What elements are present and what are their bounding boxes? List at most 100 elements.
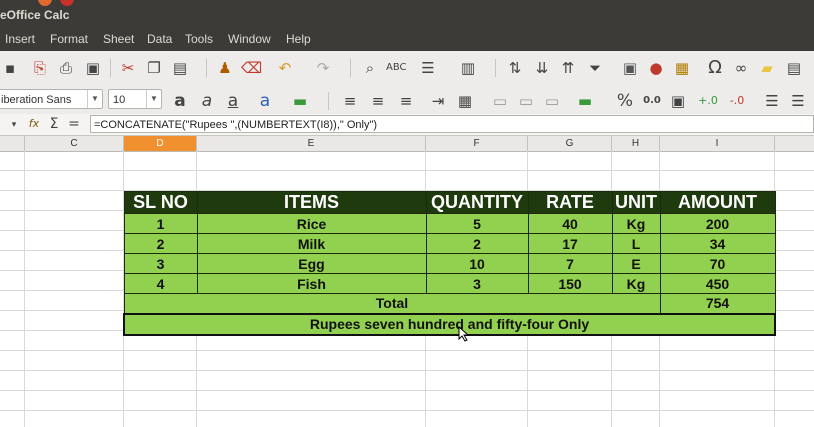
table-cell[interactable]: Fish <box>196 273 427 294</box>
cut-icon[interactable]: ✂ <box>118 58 138 78</box>
date-format-icon[interactable]: ▣ <box>668 91 688 111</box>
table-cell[interactable]: 7 <box>527 253 613 274</box>
row-icon[interactable]: ☰ <box>418 58 438 78</box>
clear-formatting-icon[interactable]: ⌫ <box>241 58 262 78</box>
table-cell[interactable]: 4 <box>123 273 198 294</box>
menu-sheet[interactable]: Sheet <box>103 32 134 46</box>
sort-descending-icon[interactable]: ⇊ <box>532 58 552 78</box>
table-cell[interactable]: L <box>611 233 661 254</box>
align-top-icon[interactable]: ▭ <box>490 91 510 111</box>
align-right-icon[interactable]: ≡ <box>396 91 416 111</box>
special-character-icon[interactable]: Ω <box>705 58 725 78</box>
table-cell[interactable]: 2 <box>123 233 198 254</box>
table-cell[interactable]: 17 <box>527 233 613 254</box>
header-cell[interactable]: SL NO <box>123 191 198 214</box>
sum-icon[interactable]: Σ <box>44 114 64 134</box>
header-cell[interactable]: ITEMS <box>196 191 427 214</box>
table-cell[interactable]: Milk <box>196 233 427 254</box>
menu-window[interactable]: Window <box>228 32 271 46</box>
close-button[interactable] <box>60 0 74 6</box>
number-format-icon[interactable]: 0.0 <box>642 91 662 111</box>
clone-formatting-icon[interactable]: ♟ <box>215 58 235 78</box>
paste-icon[interactable]: ▤ <box>170 58 190 78</box>
comment-icon[interactable]: ▰ <box>757 58 777 78</box>
pivot-table-icon[interactable]: ▦ <box>672 58 692 78</box>
delete-decimal-icon[interactable]: -.0 <box>727 91 747 111</box>
print-icon[interactable]: ⎙ <box>56 58 76 78</box>
table-cell[interactable]: 5 <box>425 213 529 234</box>
function-icon[interactable]: = <box>64 114 84 134</box>
column-header-h[interactable]: H <box>612 136 660 151</box>
formula-input[interactable]: =CONCATENATE("Rupees ",(NUMBERTEXT(I8)),… <box>90 115 814 133</box>
function-wizard-icon[interactable]: fx <box>24 114 44 134</box>
sort-icon[interactable]: ⇅ <box>505 58 525 78</box>
chevron-down-icon[interactable]: ▼ <box>146 90 161 108</box>
font-name-box[interactable]: iberation Sans ▼ <box>0 89 103 109</box>
align-center-icon[interactable]: ≡ <box>368 91 388 111</box>
column-icon[interactable]: ▥ <box>458 58 478 78</box>
menu-insert[interactable]: Insert <box>5 32 35 46</box>
new-icon[interactable]: ▪ <box>0 58 20 78</box>
add-decimal-icon[interactable]: +.0 <box>698 91 718 111</box>
currency-icon[interactable]: ▬ <box>575 91 595 111</box>
chevron-down-icon[interactable]: ▾ <box>4 115 24 135</box>
table-cell[interactable]: 200 <box>659 213 776 234</box>
undo-icon[interactable]: ↶ <box>275 58 295 78</box>
column-header-d[interactable]: D <box>124 136 197 151</box>
column-header-g[interactable]: G <box>528 136 612 151</box>
print-preview-icon[interactable]: ▣ <box>83 58 103 78</box>
table-cell[interactable]: 34 <box>659 233 776 254</box>
header-footer-icon[interactable]: ▤ <box>784 58 804 78</box>
chevron-down-icon[interactable]: ▼ <box>87 90 102 108</box>
wrap-text-icon[interactable]: ⇥ <box>428 91 448 111</box>
column-header-i[interactable]: I <box>660 136 775 151</box>
table-cell[interactable]: E <box>611 253 661 274</box>
chart-icon[interactable]: ● <box>646 58 666 78</box>
total-label-cell[interactable]: Total <box>123 293 661 314</box>
sort-ascending-icon[interactable]: ⇈ <box>558 58 578 78</box>
bold-icon[interactable]: a <box>170 91 190 111</box>
total-value-cell[interactable]: 754 <box>659 293 776 314</box>
amount-in-words-cell[interactable]: Rupees seven hundred and fifty-four Only <box>123 312 776 336</box>
table-cell[interactable]: 10 <box>425 253 529 274</box>
indent-icon[interactable]: ☰ <box>762 91 782 111</box>
hyperlink-icon[interactable]: ∞ <box>731 58 751 78</box>
table-cell[interactable]: 70 <box>659 253 776 274</box>
redo-icon[interactable]: ↷ <box>313 58 333 78</box>
percent-icon[interactable]: % <box>615 91 635 111</box>
table-cell[interactable]: 40 <box>527 213 613 234</box>
font-color-icon[interactable]: a <box>255 91 275 111</box>
menu-help[interactable]: Help <box>286 32 311 46</box>
menu-format[interactable]: Format <box>50 32 88 46</box>
align-bottom-icon[interactable]: ▭ <box>542 91 562 111</box>
column-header-c[interactable]: C <box>25 136 124 151</box>
align-left-icon[interactable]: ≡ <box>340 91 360 111</box>
font-size-box[interactable]: 10 ▼ <box>108 89 162 109</box>
menu-data[interactable]: Data <box>147 32 172 46</box>
merge-cells-icon[interactable]: ▦ <box>455 91 475 111</box>
spelling-icon[interactable]: ABC <box>386 58 407 78</box>
outdent-icon[interactable]: ☰ <box>788 91 808 111</box>
autofilter-icon[interactable]: ⏷ <box>585 58 605 78</box>
italic-icon[interactable]: a <box>197 91 217 111</box>
menu-tools[interactable]: Tools <box>185 32 213 46</box>
find-replace-icon[interactable]: ⌕ <box>360 58 380 78</box>
table-cell[interactable]: Egg <box>196 253 427 274</box>
copy-icon[interactable]: ❐ <box>144 58 164 78</box>
highlight-icon[interactable]: ▬ <box>290 91 310 111</box>
header-cell[interactable]: QUANTITY <box>425 191 529 214</box>
column-header-e[interactable]: E <box>197 136 426 151</box>
table-cell[interactable]: Kg <box>611 273 661 294</box>
header-cell[interactable]: RATE <box>527 191 613 214</box>
align-middle-icon[interactable]: ▭ <box>516 91 536 111</box>
table-cell[interactable]: 3 <box>425 273 529 294</box>
table-cell[interactable]: Kg <box>611 213 661 234</box>
export-pdf-icon[interactable]: ⎘ <box>30 58 50 78</box>
table-cell[interactable]: 2 <box>425 233 529 254</box>
table-cell[interactable]: 150 <box>527 273 613 294</box>
corner-cell[interactable] <box>0 136 25 151</box>
minimize-button[interactable] <box>38 0 52 6</box>
table-cell[interactable]: 450 <box>659 273 776 294</box>
underline-icon[interactable]: a <box>223 91 243 111</box>
table-cell[interactable]: Rice <box>196 213 427 234</box>
